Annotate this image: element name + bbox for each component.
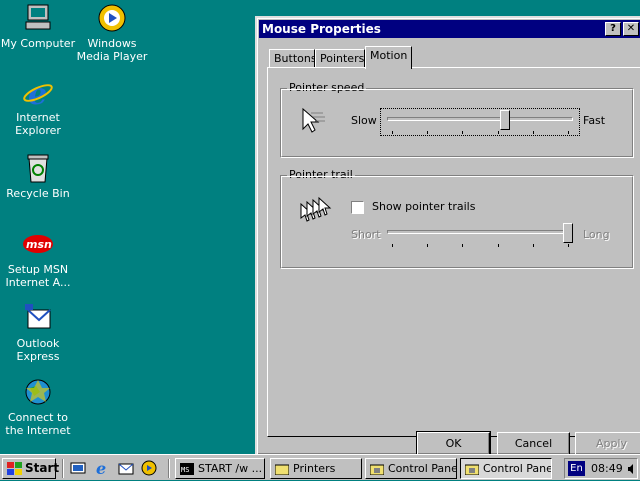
slider-tick	[427, 131, 429, 134]
slider-tick	[568, 244, 569, 247]
svg-text:e: e	[96, 460, 106, 476]
pointer-trail-legend: Pointer trail	[287, 168, 355, 181]
windows-media-player-item[interactable]: Windows Media Player	[72, 2, 152, 63]
start-label: Start	[25, 461, 60, 475]
outlook-express-item[interactable]: Outlook Express	[0, 302, 78, 363]
slider-tick	[462, 131, 464, 134]
connect-internet-item[interactable]: Connect to the Internet	[0, 376, 78, 437]
recycle-bin-icon	[22, 152, 54, 184]
pointer-speed-legend: Pointer speed	[287, 81, 367, 94]
slider-tick	[392, 244, 393, 247]
tab-motion[interactable]: Motion	[365, 46, 412, 69]
taskbar-divider	[168, 459, 170, 478]
title-bar[interactable]: Mouse Properties ? ✕	[259, 20, 640, 38]
slider-tick	[497, 244, 499, 247]
show-pointer-trails-label[interactable]: Show pointer trails	[372, 200, 475, 213]
task-label: Printers	[293, 462, 336, 475]
apply-button[interactable]: Apply	[575, 432, 640, 455]
my-computer-icon	[22, 2, 54, 34]
task-button-printers[interactable]: Printers	[270, 458, 362, 479]
task-button-control-panel-1[interactable]: Control Panel	[365, 458, 457, 479]
outlook-quicklaunch-icon[interactable]	[118, 460, 134, 476]
pointer-speed-thumb[interactable]	[499, 110, 510, 130]
tab-pointers[interactable]: Pointers	[315, 49, 365, 68]
show-pointer-trails-checkbox[interactable]	[351, 201, 364, 214]
desktop-icon-label: Connect to the Internet	[5, 411, 71, 437]
task-button-start[interactable]: MS START /w ...	[175, 458, 265, 479]
pointer-speed-cursor-icon	[299, 105, 329, 135]
msn-icon: msn	[22, 228, 54, 260]
task-label: Control Panel	[388, 462, 457, 475]
close-button[interactable]: ✕	[623, 22, 639, 36]
task-button-control-panel-2[interactable]: Control Panel	[460, 458, 552, 479]
ok-button[interactable]: OK	[416, 431, 491, 456]
pointer-speed-track	[387, 117, 573, 121]
pointer-trail-slider[interactable]	[381, 222, 579, 248]
pointer-trail-thumb[interactable]	[563, 223, 573, 243]
window-title: Mouse Properties	[262, 22, 381, 36]
mouse-properties-window: Mouse Properties ? ✕ Buttons Pointers Mo…	[255, 16, 640, 456]
connect-internet-icon	[22, 376, 54, 408]
show-desktop-icon[interactable]	[70, 460, 86, 476]
pointer-trail-ticks	[392, 244, 569, 248]
control-panel-icon	[369, 462, 385, 476]
folder-icon	[274, 462, 290, 476]
desktop-icon-label: Windows Media Player	[76, 37, 148, 63]
recycle-bin-item[interactable]: Recycle Bin	[0, 152, 78, 200]
start-button[interactable]: Start	[2, 458, 60, 479]
system-tray: En 08:49	[564, 458, 638, 479]
taskbar: Start e MS START /w ... Printers Control…	[0, 454, 640, 480]
internet-explorer-item[interactable]: e Internet Explorer	[0, 76, 78, 137]
control-panel-icon	[464, 462, 480, 476]
pointer-trail-icon	[297, 196, 333, 228]
pointer-speed-group: Pointer speed Slow Fast	[280, 81, 634, 158]
outlook-express-icon	[22, 302, 54, 334]
pointer-trail-track	[387, 230, 573, 234]
fast-label: Fast	[583, 114, 606, 127]
pointer-trail-group: Pointer trail Show pointer trails Short …	[280, 168, 634, 269]
tab-buttons[interactable]: Buttons	[269, 49, 317, 68]
msdos-icon: MS	[180, 462, 194, 475]
help-button[interactable]: ?	[605, 22, 621, 36]
cancel-button[interactable]: Cancel	[497, 432, 570, 455]
slider-tick	[392, 131, 393, 134]
internet-explorer-icon: e	[22, 76, 54, 112]
task-label: START /w ...	[198, 462, 263, 475]
svg-text:e: e	[28, 77, 47, 108]
internet-explorer-quicklaunch-icon[interactable]: e	[94, 459, 110, 478]
short-label: Short	[351, 228, 381, 241]
slider-tick	[532, 131, 534, 134]
pointer-speed-slider[interactable]	[380, 108, 580, 136]
clock[interactable]: 08:49	[591, 462, 623, 475]
taskbar-divider	[62, 459, 64, 478]
slider-tick	[568, 131, 569, 134]
desktop-icon-label: Setup MSN Internet A...	[5, 263, 71, 289]
slider-tick	[462, 244, 464, 247]
slider-tick	[497, 131, 499, 134]
media-player-quicklaunch-icon[interactable]	[141, 460, 157, 476]
volume-icon[interactable]	[628, 464, 634, 474]
my-computer-icon-item[interactable]: My Computer	[0, 2, 78, 50]
long-label: Long	[583, 228, 610, 241]
windows-logo-icon	[7, 462, 22, 475]
language-indicator[interactable]: En	[568, 461, 585, 476]
pointer-speed-ticks	[392, 131, 569, 135]
msn-logo-text: msn	[26, 238, 52, 251]
slow-label: Slow	[351, 114, 377, 127]
desktop-icon-label: Recycle Bin	[6, 187, 70, 200]
task-label: Control Panel	[483, 462, 552, 475]
desktop-icon-label: Outlook Express	[16, 337, 60, 363]
slider-tick	[532, 244, 534, 247]
desktop-icon-label: Internet Explorer	[15, 111, 61, 137]
desktop-icon-label: My Computer	[0, 37, 76, 50]
slider-tick	[427, 244, 429, 247]
motion-tab-panel: Pointer speed Slow Fast Pointer trail Sh…	[267, 67, 640, 437]
media-player-icon	[96, 2, 128, 34]
setup-msn-item[interactable]: msn Setup MSN Internet A...	[0, 228, 78, 289]
svg-text:MS: MS	[181, 466, 189, 474]
